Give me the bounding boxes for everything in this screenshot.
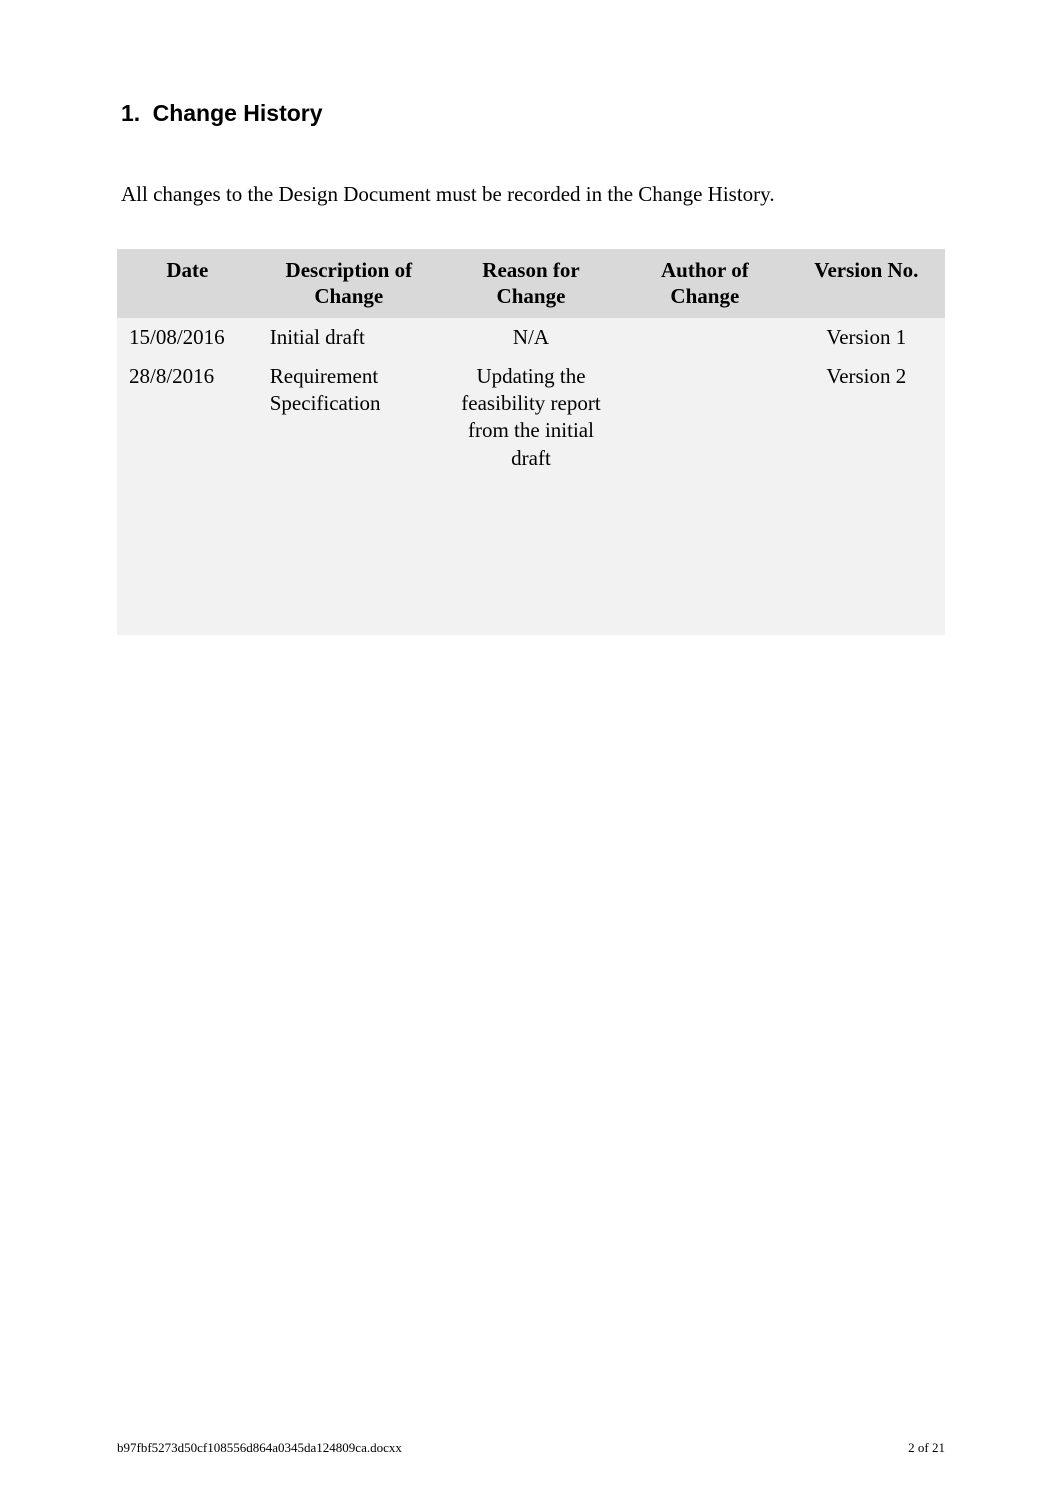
cell-date: 15/08/2016 — [117, 318, 258, 357]
table-row — [117, 557, 945, 596]
cell-version: Version 1 — [788, 318, 945, 357]
table-row — [117, 478, 945, 517]
cell-version — [788, 517, 945, 556]
table-row: 28/8/2016 Requirement Specification Upda… — [117, 357, 945, 478]
footer-page-info: 2 of 21 — [908, 1440, 945, 1456]
cell-author — [622, 478, 788, 517]
cell-reason — [440, 596, 622, 635]
intro-paragraph: All changes to the Design Document must … — [121, 182, 945, 207]
header-version: Version No. — [788, 249, 945, 318]
cell-author — [622, 557, 788, 596]
cell-version — [788, 557, 945, 596]
cell-author — [622, 517, 788, 556]
cell-reason: N/A — [440, 318, 622, 357]
cell-description — [258, 517, 440, 556]
cell-date — [117, 478, 258, 517]
section-heading: 1. Change History — [121, 100, 945, 127]
cell-date — [117, 557, 258, 596]
cell-version — [788, 478, 945, 517]
page-footer: b97fbf5273d50cf108556d864a0345da124809ca… — [117, 1440, 945, 1456]
cell-reason — [440, 557, 622, 596]
cell-date: 28/8/2016 — [117, 357, 258, 478]
heading-number: 1. — [121, 100, 140, 126]
table-row: 15/08/2016 Initial draft N/A Version 1 — [117, 318, 945, 357]
change-history-table: Date Description of Change Reason for Ch… — [117, 249, 945, 635]
header-date: Date — [117, 249, 258, 318]
cell-reason — [440, 478, 622, 517]
cell-reason: Updating the feasibility report from the… — [440, 357, 622, 478]
cell-version — [788, 596, 945, 635]
cell-description — [258, 596, 440, 635]
header-reason: Reason for Change — [440, 249, 622, 318]
cell-description — [258, 478, 440, 517]
cell-author — [622, 318, 788, 357]
heading-title: Change History — [153, 100, 323, 126]
table-row — [117, 517, 945, 556]
page-container: 1. Change History All changes to the Des… — [0, 0, 1062, 1506]
table-header-row: Date Description of Change Reason for Ch… — [117, 249, 945, 318]
cell-description: Requirement Specification — [258, 357, 440, 478]
cell-description — [258, 557, 440, 596]
cell-reason — [440, 517, 622, 556]
cell-author — [622, 357, 788, 478]
cell-date — [117, 517, 258, 556]
cell-author — [622, 596, 788, 635]
footer-filename: b97fbf5273d50cf108556d864a0345da124809ca… — [117, 1440, 402, 1456]
header-author: Author of Change — [622, 249, 788, 318]
header-description: Description of Change — [258, 249, 440, 318]
table-row — [117, 596, 945, 635]
cell-date — [117, 596, 258, 635]
cell-version: Version 2 — [788, 357, 945, 478]
cell-description: Initial draft — [258, 318, 440, 357]
